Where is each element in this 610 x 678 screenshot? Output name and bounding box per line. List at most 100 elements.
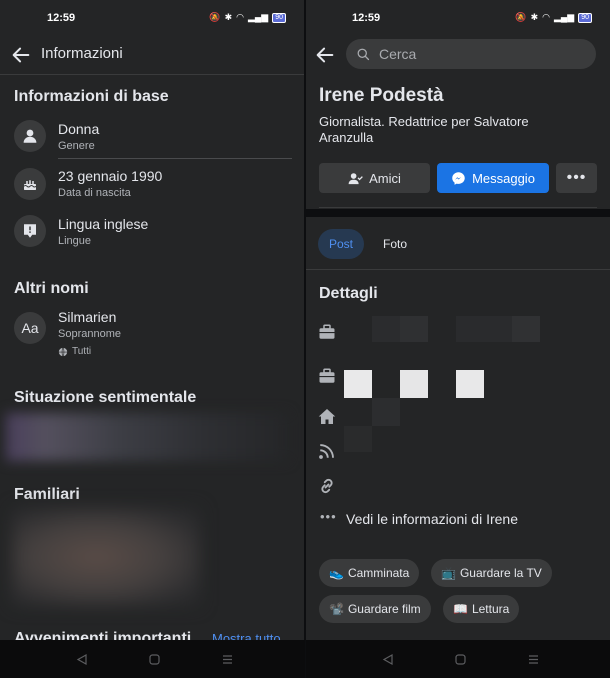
nickname-aa-icon: Aa: [14, 312, 46, 344]
divider: [306, 269, 610, 270]
mute-icon: 🔕: [209, 12, 221, 22]
tv-icon: 📺: [441, 566, 456, 580]
search-bar[interactable]: [346, 39, 596, 69]
more-dots-icon: •••: [566, 169, 587, 186]
redacted-block: [344, 426, 372, 452]
back-arrow-icon[interactable]: [10, 44, 32, 66]
wifi-icon: ◠: [542, 12, 550, 22]
mute-icon: 🔕: [515, 12, 527, 22]
nav-back-icon[interactable]: [382, 654, 394, 665]
more-dots-icon: •••: [320, 509, 337, 524]
bluetooth-icon: ✱: [530, 12, 539, 22]
show-all-link[interactable]: Mostra tutto: [212, 631, 281, 640]
redacted-block: [400, 370, 428, 398]
profile-bio: Giornalista. Redattrice per Salvatore Ar…: [319, 114, 529, 145]
back-arrow-icon[interactable]: [314, 44, 336, 66]
redacted-block: [456, 316, 512, 342]
language-label: Lingue: [58, 235, 92, 247]
friends-label: Amici: [369, 170, 401, 186]
language-value: Lingua inglese: [58, 216, 149, 232]
nav-back-icon[interactable]: [76, 654, 88, 665]
friends-button[interactable]: Amici: [319, 163, 430, 193]
battery-icon: 90: [578, 12, 592, 23]
nickname-label: Soprannome: [58, 328, 121, 340]
tab-posts[interactable]: Post: [318, 229, 364, 259]
redacted-block: [512, 316, 540, 342]
see-info-link[interactable]: Vedi le informazioni di Irene: [346, 511, 518, 527]
nav-home-icon[interactable]: [455, 654, 466, 665]
blurred-relationship-content: [6, 413, 288, 461]
language-icon: [14, 215, 46, 247]
link-icon: [321, 478, 333, 494]
details-heading: Dettagli: [319, 285, 378, 302]
status-time: 12:59: [352, 12, 381, 24]
globe-icon: [58, 347, 68, 356]
android-nav-bar-right: [306, 640, 610, 678]
person-icon: [14, 120, 46, 152]
nav-recents-icon[interactable]: [528, 654, 539, 665]
briefcase-icon: [319, 324, 335, 339]
right-panel-profile: 12:59 🔕 ✱ ◠ ▂▄▆ 90 Irene Podestà Giornal…: [306, 0, 610, 640]
home-icon: [318, 409, 336, 424]
friends-check-icon: [348, 172, 363, 184]
status-time: 12:59: [47, 12, 76, 24]
hobby-label: Guardare la TV: [459, 566, 542, 580]
film-projector-icon: 📽️: [329, 602, 344, 616]
battery-icon: 90: [272, 12, 286, 23]
visibility-row: Tutti: [58, 346, 91, 357]
status-icons: 🔕 ✱ ◠ ▂▄▆ 90: [515, 12, 592, 23]
basic-info-heading: Informazioni di base: [14, 88, 169, 105]
nav-home-icon[interactable]: [149, 654, 160, 665]
redacted-block: [400, 316, 428, 342]
hobby-chip-walking[interactable]: 👟 Camminata: [319, 559, 420, 587]
nickname-value: Silmarien: [58, 309, 117, 325]
about-header: Informazioni: [0, 36, 304, 75]
page-title: Informazioni: [41, 45, 123, 62]
redacted-block: [344, 370, 372, 398]
hobby-label: Guardare film: [347, 602, 421, 616]
tab-photos[interactable]: Foto: [372, 229, 418, 259]
left-panel-about: 12:59 🔕 ✱ ◠ ▂▄▆ 90 Informazioni Informaz…: [0, 0, 304, 640]
redacted-block: [456, 370, 484, 398]
message-label: Messaggio: [472, 170, 535, 186]
profile-name: Irene Podestà: [319, 85, 444, 106]
signal-icon: ▂▄▆: [247, 12, 269, 22]
hobby-chip-movies[interactable]: 📽️ Guardare film: [319, 595, 431, 623]
events-heading: Avvenimenti importanti: [14, 630, 192, 640]
gender-label: Genere: [58, 140, 95, 152]
wifi-icon: ◠: [236, 12, 244, 22]
hobby-label: Camminata: [347, 566, 410, 580]
search-input[interactable]: [377, 45, 581, 63]
book-icon: 📖: [453, 602, 468, 616]
visibility-label: Tutti: [72, 346, 92, 357]
other-names-heading: Altri nomi: [14, 280, 89, 297]
birthday-cake-icon: [14, 168, 46, 200]
divider: [319, 207, 597, 208]
status-bar: 12:59 🔕 ✱ ◠ ▂▄▆ 90: [306, 0, 610, 36]
birthday-value: 23 gennaio 1990: [58, 168, 163, 184]
status-icons: 🔕 ✱ ◠ ▂▄▆ 90: [209, 12, 286, 23]
divider: [58, 158, 292, 159]
nav-recents-icon[interactable]: [222, 654, 233, 665]
messenger-icon: [452, 171, 465, 185]
redacted-block: [372, 316, 400, 342]
shoe-icon: 👟: [329, 566, 344, 580]
bluetooth-icon: ✱: [224, 12, 233, 22]
status-bar: 12:59 🔕 ✱ ◠ ▂▄▆ 90: [0, 0, 304, 36]
rss-feed-icon: [319, 444, 334, 459]
more-options-button[interactable]: •••: [556, 163, 597, 193]
message-button[interactable]: Messaggio: [437, 163, 549, 193]
profile-header: [306, 36, 610, 74]
blurred-family-content: [12, 508, 200, 606]
relationship-heading: Situazione sentimentale: [14, 389, 197, 406]
hobby-chip-reading[interactable]: 📖 Lettura: [443, 595, 520, 623]
birthday-label: Data di nascita: [58, 187, 131, 199]
hobby-chip-tv[interactable]: 📺 Guardare la TV: [431, 559, 552, 587]
signal-icon: ▂▄▆: [553, 12, 575, 22]
hobby-label: Lettura: [471, 602, 510, 616]
redacted-block: [372, 398, 400, 426]
search-icon: [357, 48, 370, 60]
briefcase-icon-2: [319, 368, 335, 383]
family-heading: Familiari: [14, 486, 80, 503]
gender-value: Donna: [58, 121, 100, 137]
